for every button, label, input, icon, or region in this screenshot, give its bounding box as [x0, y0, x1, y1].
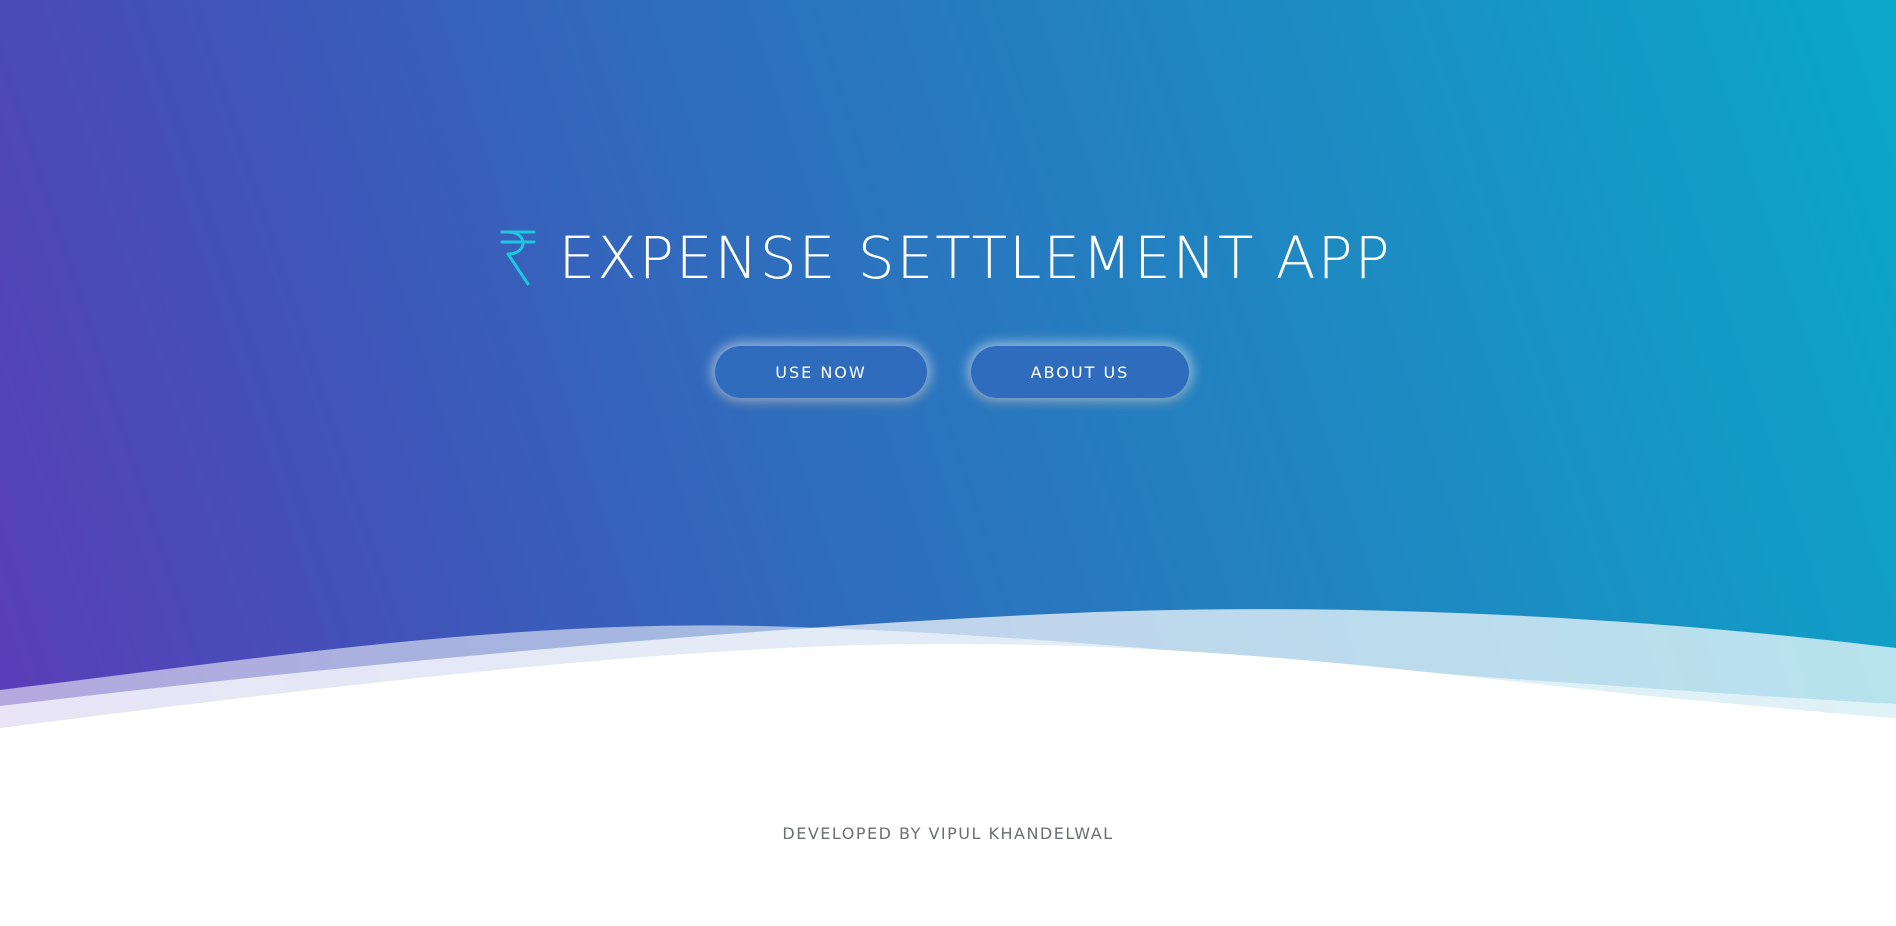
hero-section: EXPENSE SETTLEMENT APP USE NOW ABOUT US — [0, 0, 1896, 740]
title-row: EXPENSE SETTLEMENT APP — [0, 218, 1896, 298]
app-title: EXPENSE SETTLEMENT APP — [558, 224, 1392, 292]
cta-buttons: USE NOW ABOUT US — [0, 346, 1896, 398]
about-us-button[interactable]: ABOUT US — [971, 346, 1189, 398]
wave-divider — [0, 609, 1896, 740]
developer-credit: DEVELOPED BY VIPUL KHANDELWAL — [782, 824, 1114, 843]
rupee-icon — [498, 228, 538, 288]
use-now-button[interactable]: USE NOW — [715, 346, 927, 398]
landing-page: EXPENSE SETTLEMENT APP USE NOW ABOUT US … — [0, 0, 1896, 926]
